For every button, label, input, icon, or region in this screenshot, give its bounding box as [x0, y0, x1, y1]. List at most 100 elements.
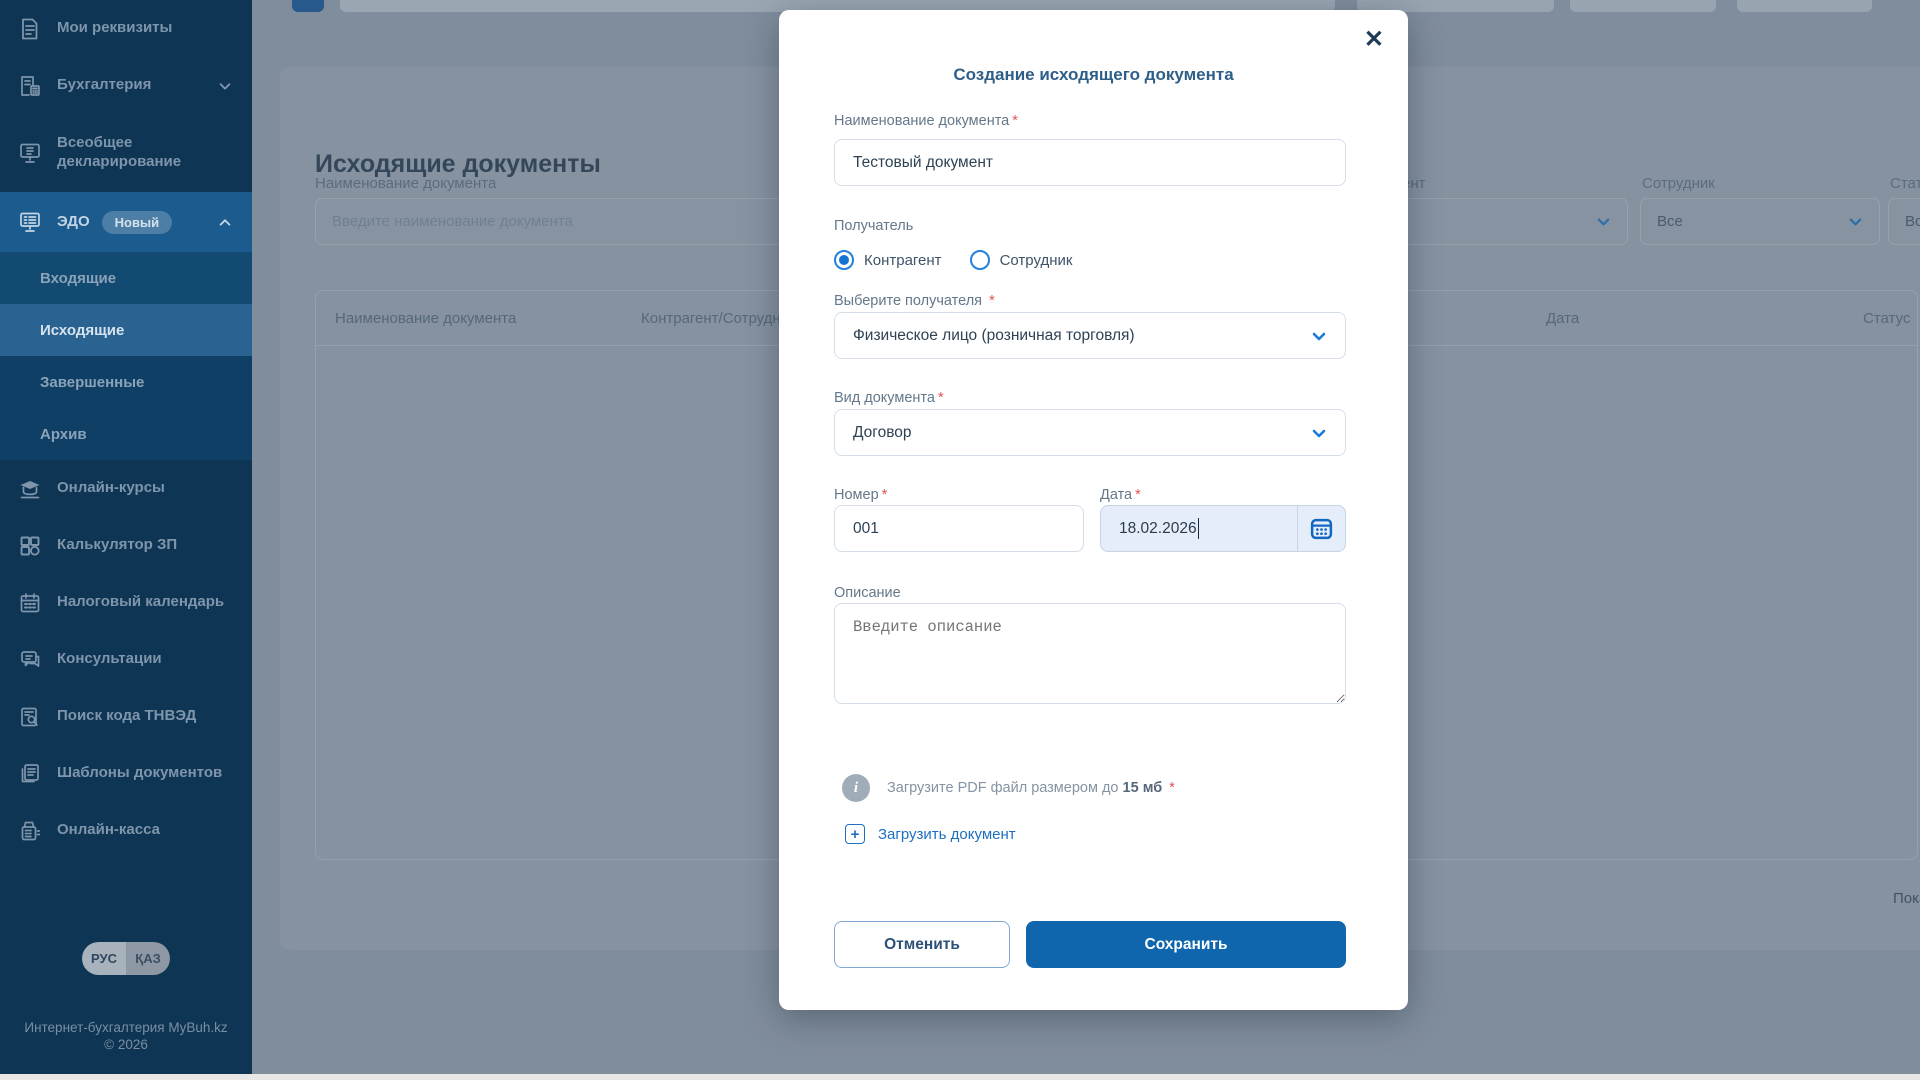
required-asterisk: * [882, 487, 888, 503]
filter-status-label: Статус [1890, 175, 1920, 192]
language-kaz-button[interactable]: ҚАЗ [126, 942, 170, 975]
sidebar-item-label: Консультации [57, 650, 162, 669]
recipient-radio-group: Контрагент Сотрудник [834, 250, 1072, 270]
sidebar-item-consultations[interactable]: Консультации [0, 631, 252, 688]
text-cursor [1198, 518, 1200, 539]
radio-employee[interactable]: Сотрудник [970, 250, 1073, 270]
new-badge: Новый [102, 211, 172, 234]
filter-employee-label: Сотрудник [1642, 175, 1715, 192]
table-header-name: Наименование документа [335, 310, 516, 327]
upload-size-limit: 15 мб [1123, 780, 1163, 796]
sidebar-item-label: Шаблоны документов [57, 764, 222, 783]
description-textarea[interactable] [834, 603, 1346, 704]
calendar-icon [1309, 516, 1334, 541]
sidebar-item-tnved-search[interactable]: Поиск кода ТНВЭД [0, 688, 252, 745]
footer-brand: Интернет-бухгалтерия MyBuh.kz [0, 1019, 252, 1037]
recipient-select-label: Выберите получателя * [834, 293, 995, 309]
sidebar-item-label: ЭДО [57, 213, 90, 232]
plus-icon: + [845, 824, 865, 844]
toolbar-fragment-3[interactable] [1737, 0, 1872, 12]
table-header-date: Дата [1546, 310, 1579, 327]
save-button[interactable]: Сохранить [1026, 921, 1346, 968]
sidebar-item-label: Калькулятор ЗП [57, 536, 177, 555]
recipient-select[interactable]: Физическое лицо (розничная торговля) [834, 312, 1346, 359]
sidebar-item-online-cashbox[interactable]: Онлайн-касса [0, 802, 252, 859]
filter-name-label: Наименование документа [315, 175, 496, 192]
date-input[interactable]: 18.02.2026 [1101, 506, 1297, 551]
sidebar-item-label: Поиск кода ТНВЭД [57, 707, 196, 726]
toolbar-fragment-2[interactable] [1570, 0, 1716, 12]
upload-document-link[interactable]: + Загрузить документ [845, 824, 1016, 844]
sidebar-footer: Интернет-бухгалтерия MyBuh.kz © 2026 [0, 1019, 252, 1054]
sidebar-item-courses[interactable]: Онлайн-курсы [0, 460, 252, 517]
chat-icon [18, 648, 42, 672]
modal-title: Создание исходящего документа [779, 65, 1408, 85]
sidebar-item-completed[interactable]: Завершенные [0, 356, 252, 408]
filter-status-value: Все [1905, 213, 1920, 230]
upload-link-label: Загрузить документ [878, 826, 1016, 843]
info-icon: i [842, 774, 870, 802]
filter-employee-value: Все [1657, 213, 1683, 230]
sidebar-item-label: Онлайн-касса [57, 821, 160, 840]
toolbar-button-fragment[interactable] [292, 0, 324, 12]
sidebar-item-edo[interactable]: ЭДО Новый [0, 192, 252, 252]
recipient-label: Получатель [834, 218, 913, 234]
sidebar-item-incoming[interactable]: Входящие [0, 252, 252, 304]
filter-employee-select[interactable]: Все [1640, 198, 1880, 245]
sidebar-item-outgoing[interactable]: Исходящие [0, 304, 252, 356]
chevron-down-icon [218, 79, 232, 93]
doc-type-select[interactable]: Договор [834, 409, 1346, 456]
language-rus-button[interactable]: РУС [82, 942, 126, 975]
sidebar-item-salary-calculator[interactable]: Калькулятор ЗП [0, 517, 252, 574]
calculator-icon [18, 534, 42, 558]
recipient-select-value: Физическое лицо (розничная торговля) [853, 327, 1135, 345]
sidebar-bottom: РУС ҚАЗ Интернет-бухгалтерия MyBuh.kz © … [0, 942, 252, 1080]
required-asterisk: * [1169, 780, 1175, 796]
doc-type-label: Вид документа* [834, 390, 944, 406]
doc-type-select-value: Договор [853, 424, 912, 442]
doc-name-input[interactable] [834, 139, 1346, 186]
sidebar-item-label: Мои реквизиты [57, 19, 172, 38]
date-field: 18.02.2026 [1100, 505, 1346, 552]
edo-icon [18, 210, 42, 234]
sidebar-item-declaration[interactable]: Всеобщее декларирование [0, 114, 252, 192]
chevron-down-icon [1311, 328, 1327, 344]
sidebar-item-label: Онлайн-курсы [57, 479, 165, 498]
required-asterisk: * [938, 390, 944, 406]
table-header-status: Статус [1863, 310, 1910, 327]
chevron-down-icon [1311, 425, 1327, 441]
filter-name-placeholder: Введите наименование документа [332, 213, 573, 230]
sidebar-item-label: Бухгалтерия [57, 76, 151, 95]
sidebar-item-archive[interactable]: Архив [0, 408, 252, 460]
table-header-counterparty: Контрагент/Сотрудник [641, 310, 796, 327]
bottom-strip [0, 1074, 1920, 1080]
radio-unselected-icon [970, 250, 990, 270]
footer-copyright: © 2026 [0, 1036, 252, 1054]
chevron-down-icon [1848, 214, 1863, 229]
chevron-down-icon [1596, 214, 1611, 229]
calendar-icon [18, 591, 42, 615]
sidebar-item-tax-calendar[interactable]: Налоговый календарь [0, 574, 252, 631]
requisites-icon [18, 17, 42, 41]
doc-name-label: Наименование документа* [834, 113, 1018, 129]
cancel-button[interactable]: Отменить [834, 921, 1010, 968]
radio-counterparty-label: Контрагент [864, 252, 942, 269]
accounting-icon [18, 74, 42, 98]
calendar-picker-button[interactable] [1297, 506, 1345, 551]
search-doc-icon [18, 705, 42, 729]
edo-submenu: Входящие Исходящие Завершенные Архив [0, 252, 252, 460]
description-label: Описание [834, 585, 901, 601]
required-asterisk: * [1012, 113, 1018, 129]
radio-counterparty[interactable]: Контрагент [834, 250, 942, 270]
sidebar-item-accounting[interactable]: Бухгалтерия [0, 57, 252, 114]
filter-name-input[interactable]: Введите наименование документа [315, 198, 795, 245]
filter-status-select[interactable]: Все [1888, 198, 1920, 245]
required-asterisk: * [989, 293, 995, 309]
close-icon[interactable]: ✕ [1364, 28, 1384, 52]
number-input[interactable] [834, 505, 1084, 552]
sidebar-item-requisites[interactable]: Мои реквизиты [0, 0, 252, 57]
number-label: Номер* [834, 487, 887, 503]
sidebar-item-document-templates[interactable]: Шаблоны документов [0, 745, 252, 802]
upload-info-row: i Загрузите PDF файл размером до 15 мб * [842, 774, 1175, 802]
show-by-label: Показать по [1893, 890, 1920, 907]
